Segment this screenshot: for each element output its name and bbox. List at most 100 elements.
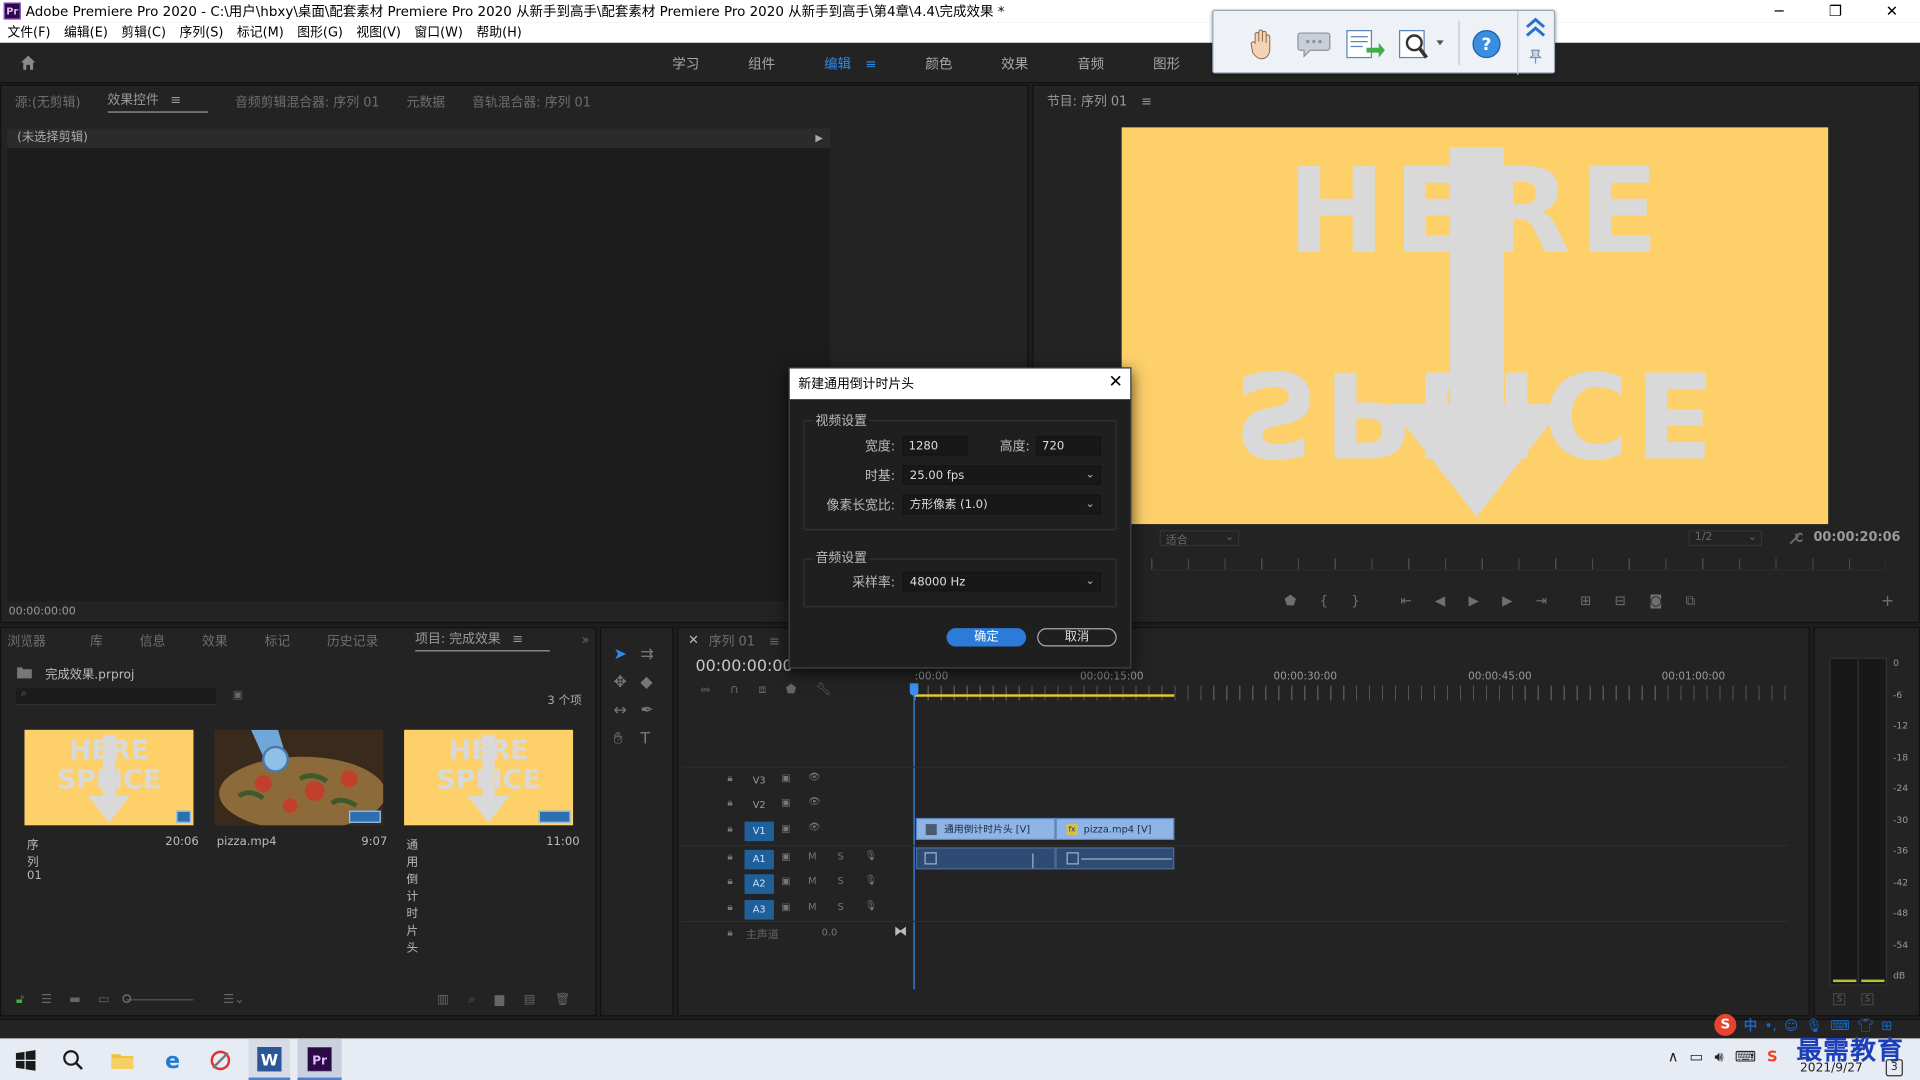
workspace-tab-color[interactable]: 颜色 xyxy=(925,54,952,74)
collapse-up-icon[interactable] xyxy=(1523,16,1547,38)
close-sequence-icon[interactable]: ✕ xyxy=(688,633,699,648)
workspace-tab-editing[interactable]: 编辑 ≡ xyxy=(824,54,876,74)
play-icon[interactable]: ▶ xyxy=(1468,593,1478,610)
tab-markers[interactable]: 标记 xyxy=(264,631,290,649)
timeline-clip-countdown[interactable]: 通用倒计时片头 [V] xyxy=(915,817,1056,841)
minimize-button[interactable]: ─ xyxy=(1751,0,1807,22)
track-label[interactable]: V3 xyxy=(744,771,773,791)
go-to-in-icon[interactable]: ⇤ xyxy=(1400,593,1411,610)
program-scale-select[interactable]: 1/2 ⌄ xyxy=(1688,530,1763,547)
menu-markers[interactable]: 标记(M) xyxy=(237,23,284,41)
mic-icon[interactable]: 🎙︎ xyxy=(864,850,876,861)
lift-icon[interactable]: ⊞ xyxy=(1580,593,1591,610)
nest-icon[interactable]: ⥈ xyxy=(700,683,710,696)
icon-view-icon[interactable]: ▬ xyxy=(69,993,81,1006)
step-forward-icon[interactable]: ▶ xyxy=(1502,593,1512,610)
menu-view[interactable]: 视图(V) xyxy=(356,23,401,41)
sample-rate-select[interactable]: 48000 Hz ⌄ xyxy=(902,571,1101,592)
menu-clip[interactable]: 剪辑(C) xyxy=(121,23,166,41)
height-field[interactable]: 720 xyxy=(1035,435,1101,456)
program-ruler[interactable] xyxy=(1151,558,1886,571)
selection-tool-icon[interactable]: ➤ xyxy=(613,645,640,663)
tab-libraries[interactable]: 库 xyxy=(90,631,103,649)
file-explorer-icon[interactable] xyxy=(110,1048,134,1072)
new-bin-from-search-icon[interactable]: ▣ xyxy=(233,689,243,701)
timebase-select[interactable]: 25.00 fps ⌄ xyxy=(902,465,1101,485)
word-taskbar-button[interactable]: W xyxy=(248,1038,291,1080)
lock-track-icon[interactable]: 🔒︎ xyxy=(727,823,732,835)
maximize-button[interactable]: ❐ xyxy=(1807,0,1863,22)
volume-icon[interactable]: 🔊︎ xyxy=(1714,1048,1723,1066)
meter-solo-left[interactable]: S xyxy=(1833,993,1846,1006)
meter-solo-right[interactable]: S xyxy=(1861,993,1875,1006)
sync-lock-icon[interactable]: ▣ xyxy=(781,876,790,887)
tab-effects[interactable]: 效果 xyxy=(202,631,228,649)
sogou-tray-icon[interactable]: S xyxy=(1767,1048,1778,1066)
lock-track-icon[interactable]: 🔒︎ xyxy=(727,797,732,809)
timeline-audio-clip-pizza[interactable] xyxy=(1055,847,1175,870)
playhead[interactable] xyxy=(913,683,915,990)
slip-icon[interactable]: ↔ xyxy=(613,702,640,720)
help-icon[interactable]: ? xyxy=(1471,28,1503,60)
trash-icon[interactable]: 🗑︎ xyxy=(555,993,571,1006)
track-label[interactable]: A2 xyxy=(744,874,774,894)
wrench-icon[interactable] xyxy=(1788,531,1803,546)
mute-button[interactable]: M xyxy=(808,851,816,862)
zoom-page-icon[interactable] xyxy=(1397,26,1446,63)
tab-browser[interactable]: 浏览器 xyxy=(7,631,46,649)
timeline-audio-clip-countdown[interactable] xyxy=(915,847,1056,870)
lock-track-icon[interactable]: 🔒︎ xyxy=(727,773,732,785)
list-view-icon[interactable]: ☰ xyxy=(41,993,52,1006)
find-icon[interactable]: ⌕ xyxy=(468,993,475,1006)
pen-icon[interactable]: ✒ xyxy=(640,702,667,720)
freeform-view-icon[interactable]: ▭ xyxy=(98,993,110,1006)
ripple-edit-icon[interactable]: ✥ xyxy=(613,673,640,691)
tab-project[interactable]: 项目: 完成效果 ≡ xyxy=(415,629,550,652)
premiere-taskbar-button[interactable]: Pr xyxy=(297,1038,342,1080)
track-select-icon[interactable]: ⇉ xyxy=(640,645,667,663)
ime-mode[interactable]: 中 xyxy=(1744,1015,1757,1035)
input-method-icon[interactable]: ⌨ xyxy=(1735,1048,1756,1066)
expand-arrow-icon[interactable]: ▶ xyxy=(815,129,823,149)
tab-audio-clip-mixer[interactable]: 音频剪辑混合器: 序列 01 xyxy=(235,92,380,110)
eye-icon[interactable]: 👁︎ xyxy=(808,771,820,782)
snipping-tool-icon[interactable] xyxy=(208,1048,232,1072)
solo-button[interactable]: S xyxy=(838,901,844,912)
lock-track-icon[interactable]: 🔒︎ xyxy=(727,927,732,939)
panel-overflow-icon[interactable]: » xyxy=(582,633,590,648)
automate-icon[interactable]: ▥ xyxy=(437,993,449,1006)
work-area-bar[interactable] xyxy=(914,694,1175,697)
timeline-ruler[interactable] xyxy=(914,685,1788,701)
track-label[interactable]: V2 xyxy=(744,796,773,816)
comment-icon[interactable] xyxy=(1297,31,1331,58)
timeline-clip-pizza[interactable]: fx pizza.mp4 [V] xyxy=(1055,817,1175,841)
mic-icon[interactable]: 🎙︎ xyxy=(864,900,876,911)
solo-button[interactable]: S xyxy=(838,851,844,862)
sync-lock-icon[interactable]: ▣ xyxy=(781,901,790,912)
timeline-settings-icon[interactable]: 🔧︎ xyxy=(816,683,832,696)
playhead-handle[interactable] xyxy=(909,683,919,696)
track-label[interactable]: V1 xyxy=(744,821,774,842)
home-icon[interactable] xyxy=(20,54,37,71)
lock-track-icon[interactable]: 🔒︎ xyxy=(727,851,732,863)
sync-lock-icon[interactable]: ▣ xyxy=(781,851,790,862)
menu-window[interactable]: 窗口(W) xyxy=(414,23,462,41)
cancel-button[interactable]: 取消 xyxy=(1037,628,1117,647)
track-label[interactable]: A3 xyxy=(744,900,774,920)
windows-start-icon[interactable] xyxy=(13,1048,37,1072)
timeline-timecode[interactable]: 00:00:00:00 xyxy=(696,658,793,676)
tab-info[interactable]: 信息 xyxy=(140,631,166,649)
track-label[interactable]: A1 xyxy=(744,849,774,870)
solo-button[interactable]: S xyxy=(838,876,844,887)
add-marker-icon[interactable]: ⬟ xyxy=(1285,593,1297,610)
mic-icon[interactable]: 🎙︎ xyxy=(864,874,876,885)
program-fit-select[interactable]: 适合 ⌄ xyxy=(1159,530,1240,547)
pin-icon[interactable] xyxy=(1527,48,1544,65)
network-icon[interactable]: ▭ xyxy=(1690,1048,1704,1066)
go-to-out-icon[interactable]: ⇥ xyxy=(1536,593,1547,610)
workspace-tab-effects[interactable]: 效果 xyxy=(1001,54,1028,74)
add-button-icon[interactable]: + xyxy=(1881,593,1894,611)
mute-button[interactable]: M xyxy=(808,876,816,887)
workspace-tab-audio[interactable]: 音频 xyxy=(1077,54,1104,74)
new-bin-icon[interactable]: ▆ xyxy=(495,993,504,1006)
